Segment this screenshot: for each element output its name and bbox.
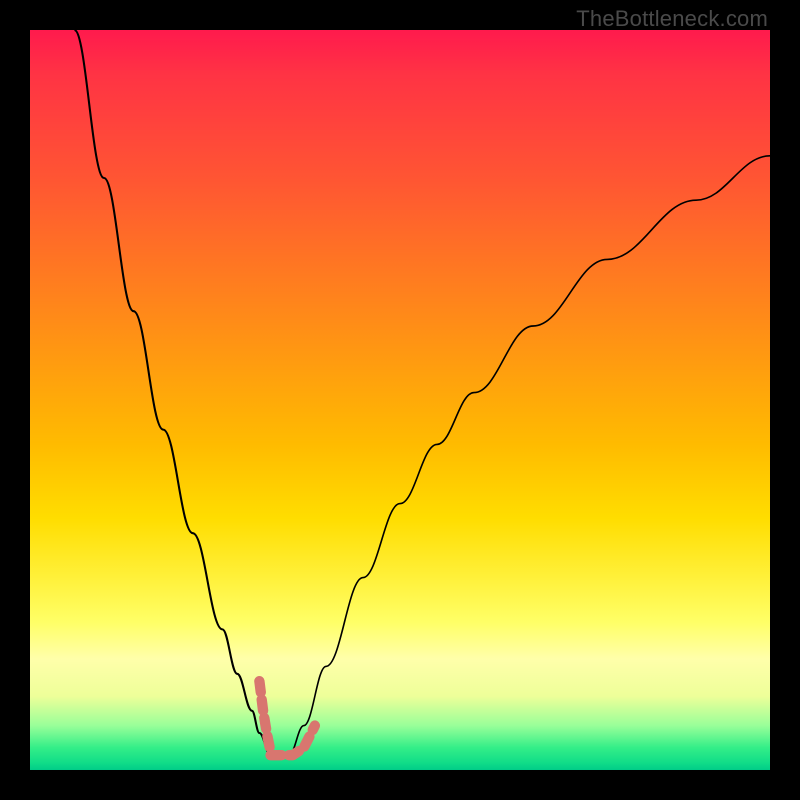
marker-left-descent [259,681,270,751]
highlight-marker [30,30,770,770]
watermark-text: TheBottleneck.com [576,6,768,32]
plot-area [30,30,770,770]
chart-frame: TheBottleneck.com [0,0,800,800]
marker-floor [271,726,315,756]
